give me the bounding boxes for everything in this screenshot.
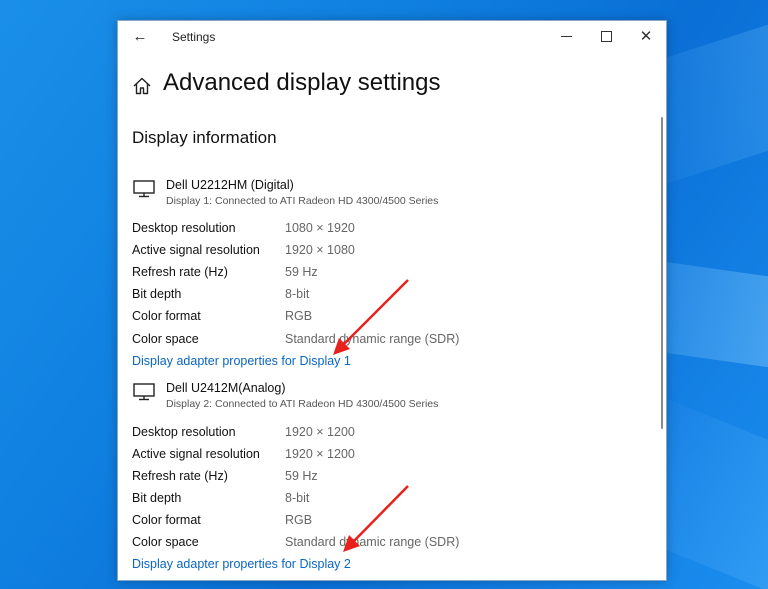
close-button[interactable]: ✕ [626,21,666,53]
display-1-color-format-value: RGB [285,309,313,323]
display-1-color-format-label: Color format [132,309,201,323]
close-icon: ✕ [639,28,653,45]
display-1-subtitle: Display 1: Connected to ATI Radeon HD 43… [166,195,439,207]
display-1-refresh-rate-value: 59 Hz [285,265,318,279]
display-1-refresh-rate-label: Refresh rate (Hz) [132,265,228,279]
display-2-color-space-value: Standard dynamic range (SDR) [285,535,460,549]
display-2-adapter-properties-link[interactable]: Display adapter properties for Display 2 [132,557,351,571]
minimize-button[interactable] [546,21,586,53]
display-1-bit-depth-label: Bit depth [132,287,182,301]
display-2-color-format-value: RGB [285,513,313,527]
display-1-active-signal-label: Active signal resolution [132,243,260,257]
back-arrow-icon[interactable]: ← [128,26,152,48]
display-1-desktop-resolution-value: 1080 × 1920 [285,221,355,235]
display-1-name: Dell U2212HM (Digital) [166,178,294,192]
monitor-icon [133,383,155,401]
maximize-icon [600,31,612,43]
page-title: Advanced display settings [163,69,441,96]
display-1-active-signal-value: 1920 × 1080 [285,243,355,257]
settings-window: ← Settings ✕ Advanced display settings D… [117,20,667,581]
home-icon[interactable] [132,76,152,96]
minimize-icon [560,36,572,38]
display-2-desktop-resolution-value: 1920 × 1200 [285,425,355,439]
display-2-name: Dell U2412M(Analog) [166,381,286,395]
display-2-active-signal-label: Active signal resolution [132,447,260,461]
vertical-scrollbar[interactable] [661,117,663,429]
display-1-color-space-value: Standard dynamic range (SDR) [285,332,460,346]
display-2-bit-depth-label: Bit depth [132,491,182,505]
window-title: Settings [172,30,216,44]
display-2-bit-depth-value: 8-bit [285,491,310,505]
title-bar: ← Settings ✕ [118,21,666,53]
display-1-color-space-label: Color space [132,332,199,346]
desktop-background: ← Settings ✕ Advanced display settings D… [0,0,768,589]
display-2-desktop-resolution-label: Desktop resolution [132,425,236,439]
display-2-color-space-label: Color space [132,535,199,549]
section-title: Display information [132,128,277,147]
maximize-button[interactable] [586,21,626,53]
display-1-bit-depth-value: 8-bit [285,287,310,301]
display-2-color-format-label: Color format [132,513,201,527]
display-2-subtitle: Display 2: Connected to ATI Radeon HD 43… [166,398,439,410]
display-1-desktop-resolution-label: Desktop resolution [132,221,236,235]
display-2-refresh-rate-label: Refresh rate (Hz) [132,469,228,483]
monitor-icon [133,180,155,198]
display-2-refresh-rate-value: 59 Hz [285,469,318,483]
display-1-adapter-properties-link[interactable]: Display adapter properties for Display 1 [132,354,351,368]
display-2-active-signal-value: 1920 × 1200 [285,447,355,461]
